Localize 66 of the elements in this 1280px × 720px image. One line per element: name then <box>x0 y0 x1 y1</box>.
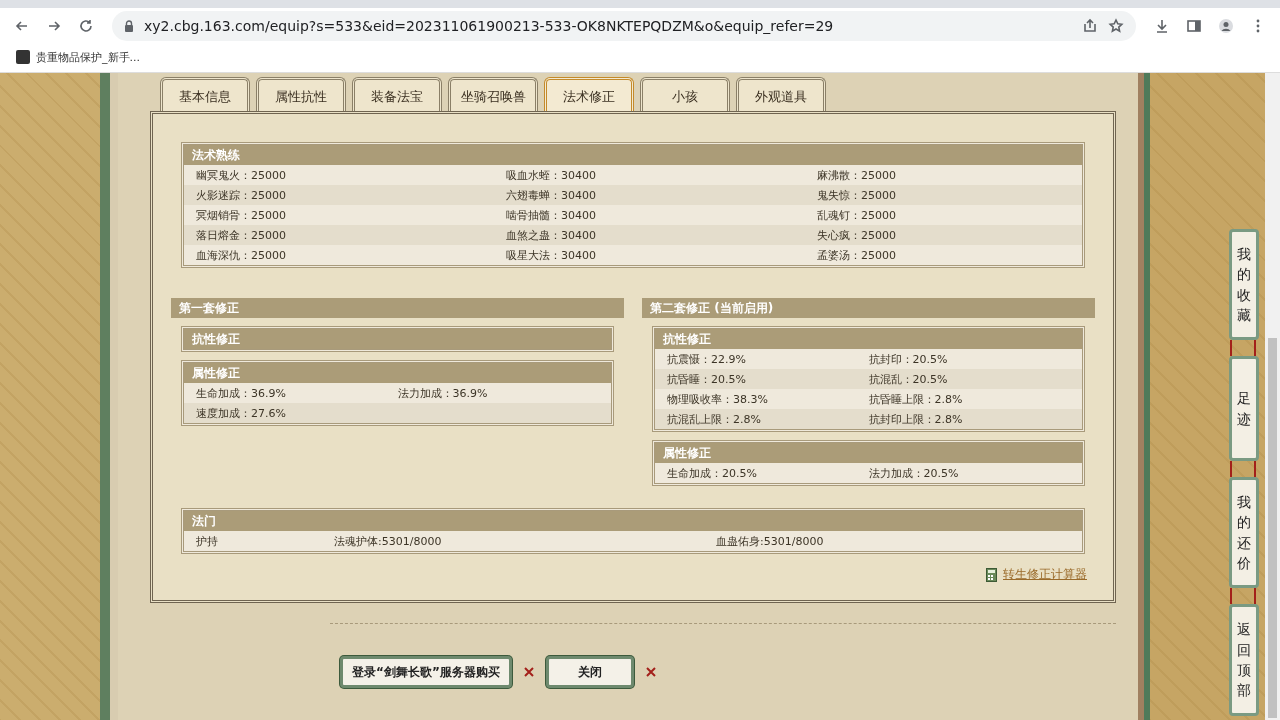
table-cell-text: 抗昏睡：20.5% <box>667 371 747 387</box>
scrollbar-thumb[interactable] <box>1268 338 1277 718</box>
table-cell-text: 抗封印上限：2.8% <box>868 411 964 427</box>
sidebar-icon[interactable] <box>1186 18 1202 34</box>
section-header: 法门 <box>184 511 1082 531</box>
tab[interactable]: 法术修正 <box>544 77 634 111</box>
section-header: 第二套修正 (当前启用) <box>642 298 1095 318</box>
table-cell-text: 麻沸散：25000 <box>817 167 897 183</box>
table-cell-text: 法力加成：20.5% <box>868 465 960 481</box>
table-cell-text: 乱魂钉：25000 <box>817 207 897 223</box>
tab[interactable]: 坐骑召唤兽 <box>448 77 538 111</box>
table-cell-text: 孟婆汤：25000 <box>817 247 897 263</box>
table-cell-text: 落日熔金：25000 <box>196 227 287 243</box>
address-bar[interactable]: xy2.cbg.163.com/equip?s=533&eid=202311061900213-533-OK8NKTEPQDZM&o&equip_refer=29 <box>112 11 1136 41</box>
table-cell-text: 抗混乱：20.5% <box>868 371 949 387</box>
reload-icon[interactable] <box>78 18 94 34</box>
table-cell-text: 六翅毒蝉：30400 <box>506 187 597 203</box>
table-cell-text: 抗混乱上限：2.8% <box>667 411 762 427</box>
table-cell-text: 护持 <box>196 533 219 549</box>
table-cell-text: 法魂护体:5301/8000 <box>334 533 443 549</box>
calculator-link[interactable]: 转生修正计算器 <box>1003 566 1087 583</box>
table-cell-text: 血煞之蛊：30400 <box>506 227 597 243</box>
table-cell-text: 冥烟销骨：25000 <box>196 207 287 223</box>
table-cell-text: 火影迷踪：25000 <box>196 187 287 203</box>
table-cell-text: 速度加成：27.6% <box>196 405 287 421</box>
table-cell-text: 吸血水蛭：30400 <box>506 167 597 183</box>
table-cell-text: 血蛊佑身:5301/8000 <box>716 533 825 549</box>
download-icon[interactable] <box>1154 18 1170 34</box>
side-nav-button[interactable]: 足迹 <box>1229 356 1259 462</box>
section-header: 抗性修正 <box>655 329 1082 349</box>
side-nav-button[interactable]: 我的还价 <box>1229 477 1259 589</box>
table-cell-text: 抗昏睡上限：2.8% <box>868 391 964 407</box>
close-button[interactable]: 关闭 <box>546 656 634 688</box>
table-cell-text: 物理吸收率：38.3% <box>667 391 769 407</box>
table-cell-text: 啮骨抽髓：30400 <box>506 207 597 223</box>
table-cell-text: 法力加成：36.9% <box>397 385 489 401</box>
login-buy-button[interactable]: 登录“剑舞长歌”服务器购买 <box>340 656 512 688</box>
profile-icon[interactable] <box>1218 18 1234 34</box>
bookmark[interactable]: 贵重物品保护_新手... <box>16 49 140 65</box>
side-nav-button[interactable]: 返回顶部 <box>1229 604 1259 716</box>
section-header: 抗性修正 <box>184 329 611 349</box>
lock-icon <box>124 20 134 32</box>
table-cell-text: 抗震慑：22.9% <box>667 351 747 367</box>
table-cell-text: 鬼失惊：25000 <box>817 187 897 203</box>
tab[interactable]: 装备法宝 <box>352 77 442 111</box>
calculator-icon <box>986 567 997 582</box>
table-cell-text: 失心疯：25000 <box>817 227 897 243</box>
section-header: 属性修正 <box>655 443 1082 463</box>
cross-icon <box>524 667 534 677</box>
table-cell-text: 生命加成：36.9% <box>196 385 287 401</box>
section-header: 第一套修正 <box>171 298 624 318</box>
tab[interactable]: 属性抗性 <box>256 77 346 111</box>
tab[interactable]: 基本信息 <box>160 77 250 111</box>
table-cell-text: 生命加成：20.5% <box>667 465 758 481</box>
table-cell-text: 抗封印：20.5% <box>868 351 949 367</box>
side-nav-button[interactable]: 我的收藏 <box>1229 229 1259 341</box>
table-cell-text: 幽冥鬼火：25000 <box>196 167 287 183</box>
table-cell-text: 吸星大法：30400 <box>506 247 597 263</box>
tab[interactable]: 小孩 <box>640 77 730 111</box>
cross-icon <box>646 667 656 677</box>
tab[interactable]: 外观道具 <box>736 77 826 111</box>
table-cell-text: 血海深仇：25000 <box>196 247 287 263</box>
section-header: 属性修正 <box>184 363 611 383</box>
section-header: 法术熟练 <box>184 145 1082 165</box>
star-icon[interactable] <box>1108 18 1124 34</box>
share-icon[interactable] <box>1082 18 1098 34</box>
